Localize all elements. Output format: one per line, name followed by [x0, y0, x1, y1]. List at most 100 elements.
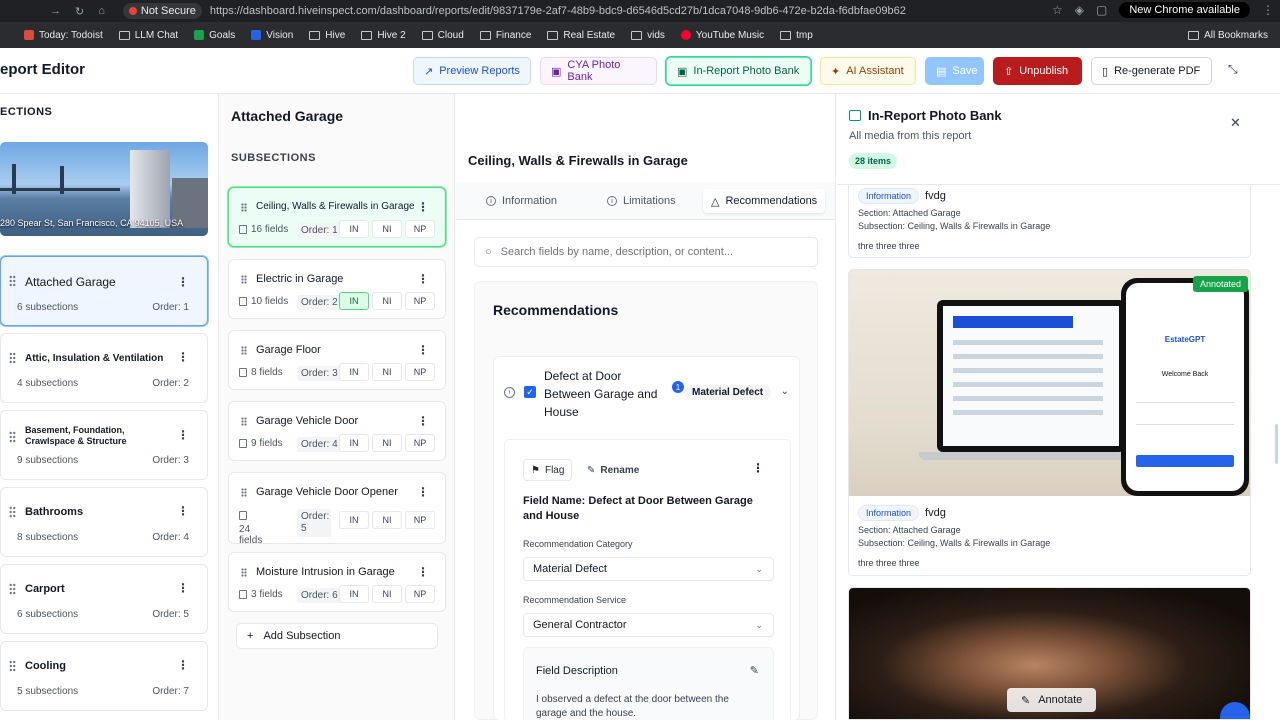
section-item[interactable]: Cooling ⋮ 5 subsections Order: 7 — [0, 641, 208, 711]
home-icon[interactable]: ⌂ — [98, 5, 105, 18]
category-select[interactable]: Material Defect ⌄ — [523, 557, 774, 581]
status-ni-button[interactable]: NI — [372, 292, 402, 310]
ai-assistant-button[interactable]: ✦ AI Assistant — [820, 57, 916, 85]
status-in-button[interactable]: IN — [339, 511, 369, 529]
bookmark-llm-chat[interactable]: LLM Chat — [118, 30, 178, 41]
drag-handle-icon[interactable] — [241, 203, 247, 212]
drag-handle-icon[interactable] — [9, 431, 16, 443]
status-np-button[interactable]: NP — [405, 434, 435, 452]
close-icon[interactable]: ✕ — [1230, 115, 1241, 131]
subsection-item[interactable]: Garage Vehicle Door Opener ⋮ 24 fields O… — [228, 472, 446, 546]
unpublish-button[interactable]: ⇧ Unpublish — [993, 57, 1082, 85]
chevron-down-icon[interactable]: ⌄ — [781, 386, 789, 397]
save-button[interactable]: ▤ Save — [925, 57, 984, 85]
status-in-button[interactable]: IN — [339, 220, 369, 238]
bookmark-youtube-music[interactable]: YouTube Music — [680, 30, 764, 41]
drag-handle-icon[interactable] — [9, 275, 16, 287]
all-bookmarks[interactable]: All Bookmarks — [1188, 30, 1268, 41]
status-in-button[interactable]: IN — [339, 434, 369, 452]
in-report-photo-bank-button[interactable]: ▣ In-Report Photo Bank — [666, 57, 811, 85]
status-np-button[interactable]: NP — [405, 511, 435, 529]
status-ni-button[interactable]: NI — [372, 434, 402, 452]
status-ni-button[interactable]: NI — [372, 220, 402, 238]
rename-button[interactable]: ✎ Rename — [583, 459, 643, 481]
reload-icon[interactable]: ↻ — [75, 5, 84, 18]
status-np-button[interactable]: NP — [405, 363, 435, 381]
info-icon[interactable]: i — [504, 387, 515, 398]
more-icon[interactable]: ⋮ — [177, 581, 189, 595]
more-icon[interactable]: ⋮ — [752, 461, 764, 475]
status-np-button[interactable]: NP — [405, 292, 435, 310]
bookmark-hive[interactable]: Hive — [309, 30, 345, 41]
preview-reports-button[interactable]: ↗ Preview Reports — [413, 57, 531, 85]
flag-button[interactable]: ⚑ Flag — [523, 459, 573, 481]
drag-handle-icon[interactable] — [9, 583, 16, 595]
subsection-item[interactable]: Moisture Intrusion in Garage ⋮ 3 fields … — [228, 552, 446, 612]
bookmark-real-estate[interactable]: Real Estate — [547, 30, 615, 41]
subsection-item[interactable]: Electric in Garage ⋮ 10 fields Order: 2 … — [228, 259, 446, 319]
drag-handle-icon[interactable] — [9, 506, 16, 518]
status-in-button[interactable]: IN — [339, 585, 369, 603]
tab-information[interactable]: i Information — [478, 189, 565, 213]
cya-photo-bank-button[interactable]: ▣ CYA Photo Bank — [540, 57, 657, 85]
subsection-item[interactable]: Garage Floor ⋮ 8 fields Order: 3 IN NI NP — [228, 330, 446, 390]
drag-handle-icon[interactable] — [241, 275, 247, 284]
bookmark-vids[interactable]: vids — [631, 30, 665, 41]
more-icon[interactable]: ⋮ — [177, 658, 189, 672]
section-item[interactable]: Attic, Insulation & Ventilation ⋮ 4 subs… — [0, 333, 208, 403]
more-icon[interactable]: ⋮ — [417, 485, 429, 499]
subsection-item[interactable]: Garage Vehicle Door ⋮ 9 fields Order: 4 … — [228, 401, 446, 461]
annotate-button[interactable]: ✎ Annotate — [1007, 688, 1097, 712]
bookmark-tmp[interactable]: tmp — [780, 30, 813, 41]
star-icon[interactable]: ☆ — [1052, 3, 1063, 17]
address-bar[interactable]: https://dashboard.hiveinspect.com/dashbo… — [210, 5, 906, 17]
new-chrome-button[interactable]: New Chrome available — [1119, 2, 1250, 18]
photo-card[interactable]: Information fvdg Section: Attached Garage… — [848, 185, 1251, 258]
drag-handle-icon[interactable] — [241, 346, 247, 355]
drag-handle-icon[interactable] — [9, 352, 16, 364]
section-item[interactable]: Attached Garage ⋮ 6 subsections Order: 1 — [0, 256, 208, 326]
drag-handle-icon[interactable] — [9, 660, 16, 672]
field-search-input[interactable]: ○ Search fields by name, description, or … — [474, 237, 818, 267]
add-subsection-button[interactable]: + Add Subsection — [236, 623, 438, 649]
status-ni-button[interactable]: NI — [372, 585, 402, 603]
more-icon[interactable]: ⋮ — [417, 343, 429, 357]
status-ni-button[interactable]: NI — [372, 363, 402, 381]
drag-handle-icon[interactable] — [241, 568, 247, 577]
drag-handle-icon[interactable] — [241, 488, 247, 497]
more-icon[interactable]: ⋮ — [417, 414, 429, 428]
bookmark-cloud[interactable]: Cloud — [421, 30, 464, 41]
section-item[interactable]: Basement, Foundation, Crawlspace & Struc… — [0, 410, 208, 480]
section-item[interactable]: Carport ⋮ 6 subsections Order: 5 — [0, 564, 208, 634]
more-icon[interactable]: ⋮ — [177, 428, 189, 442]
bookmark-todoist[interactable]: Today: Todoist — [24, 30, 103, 41]
tab-icon[interactable]: ▢ — [1096, 3, 1107, 17]
regenerate-pdf-button[interactable]: ▯ Re-generate PDF — [1091, 57, 1212, 85]
extension-icon[interactable]: ◈ — [1075, 3, 1084, 17]
section-item[interactable]: Bathrooms ⋮ 8 subsections Order: 4 — [0, 487, 208, 557]
status-in-button[interactable]: IN — [339, 363, 369, 381]
edit-pencil-icon[interactable]: ✎ — [750, 664, 759, 677]
bookmark-finance[interactable]: Finance — [479, 30, 531, 41]
photo-card[interactable]: EstateGPT Welcome Back Annotated Informa… — [848, 269, 1251, 576]
exit-fullscreen-icon[interactable]: ⤡ — [1228, 62, 1238, 77]
bookmark-hive-2[interactable]: Hive 2 — [361, 30, 406, 41]
more-icon[interactable]: ⋮ — [177, 504, 189, 518]
subsection-item[interactable]: Ceiling, Walls & Firewalls in Garage ⋮ 1… — [228, 187, 446, 247]
photo-image[interactable]: EstateGPT Welcome Back Annotated — [849, 270, 1250, 496]
status-np-button[interactable]: NP — [405, 585, 435, 603]
forward-icon[interactable]: → — [50, 5, 61, 18]
more-icon[interactable]: ⋮ — [417, 200, 429, 214]
bookmark-goals[interactable]: Goals — [194, 30, 235, 41]
more-icon[interactable]: ⋮ — [417, 272, 429, 286]
status-ni-button[interactable]: NI — [372, 511, 402, 529]
menu-icon[interactable]: ⋮ — [1262, 3, 1274, 17]
security-indicator[interactable]: Not Secure — [122, 3, 202, 19]
more-icon[interactable]: ⋮ — [177, 275, 189, 289]
tab-limitations[interactable]: i Limitations — [599, 189, 684, 213]
drag-handle-icon[interactable] — [241, 417, 247, 426]
scrollbar[interactable] — [1275, 424, 1278, 464]
status-np-button[interactable]: NP — [405, 220, 435, 238]
service-select[interactable]: General Contractor ⌄ — [523, 613, 774, 637]
more-icon[interactable]: ⋮ — [177, 350, 189, 364]
